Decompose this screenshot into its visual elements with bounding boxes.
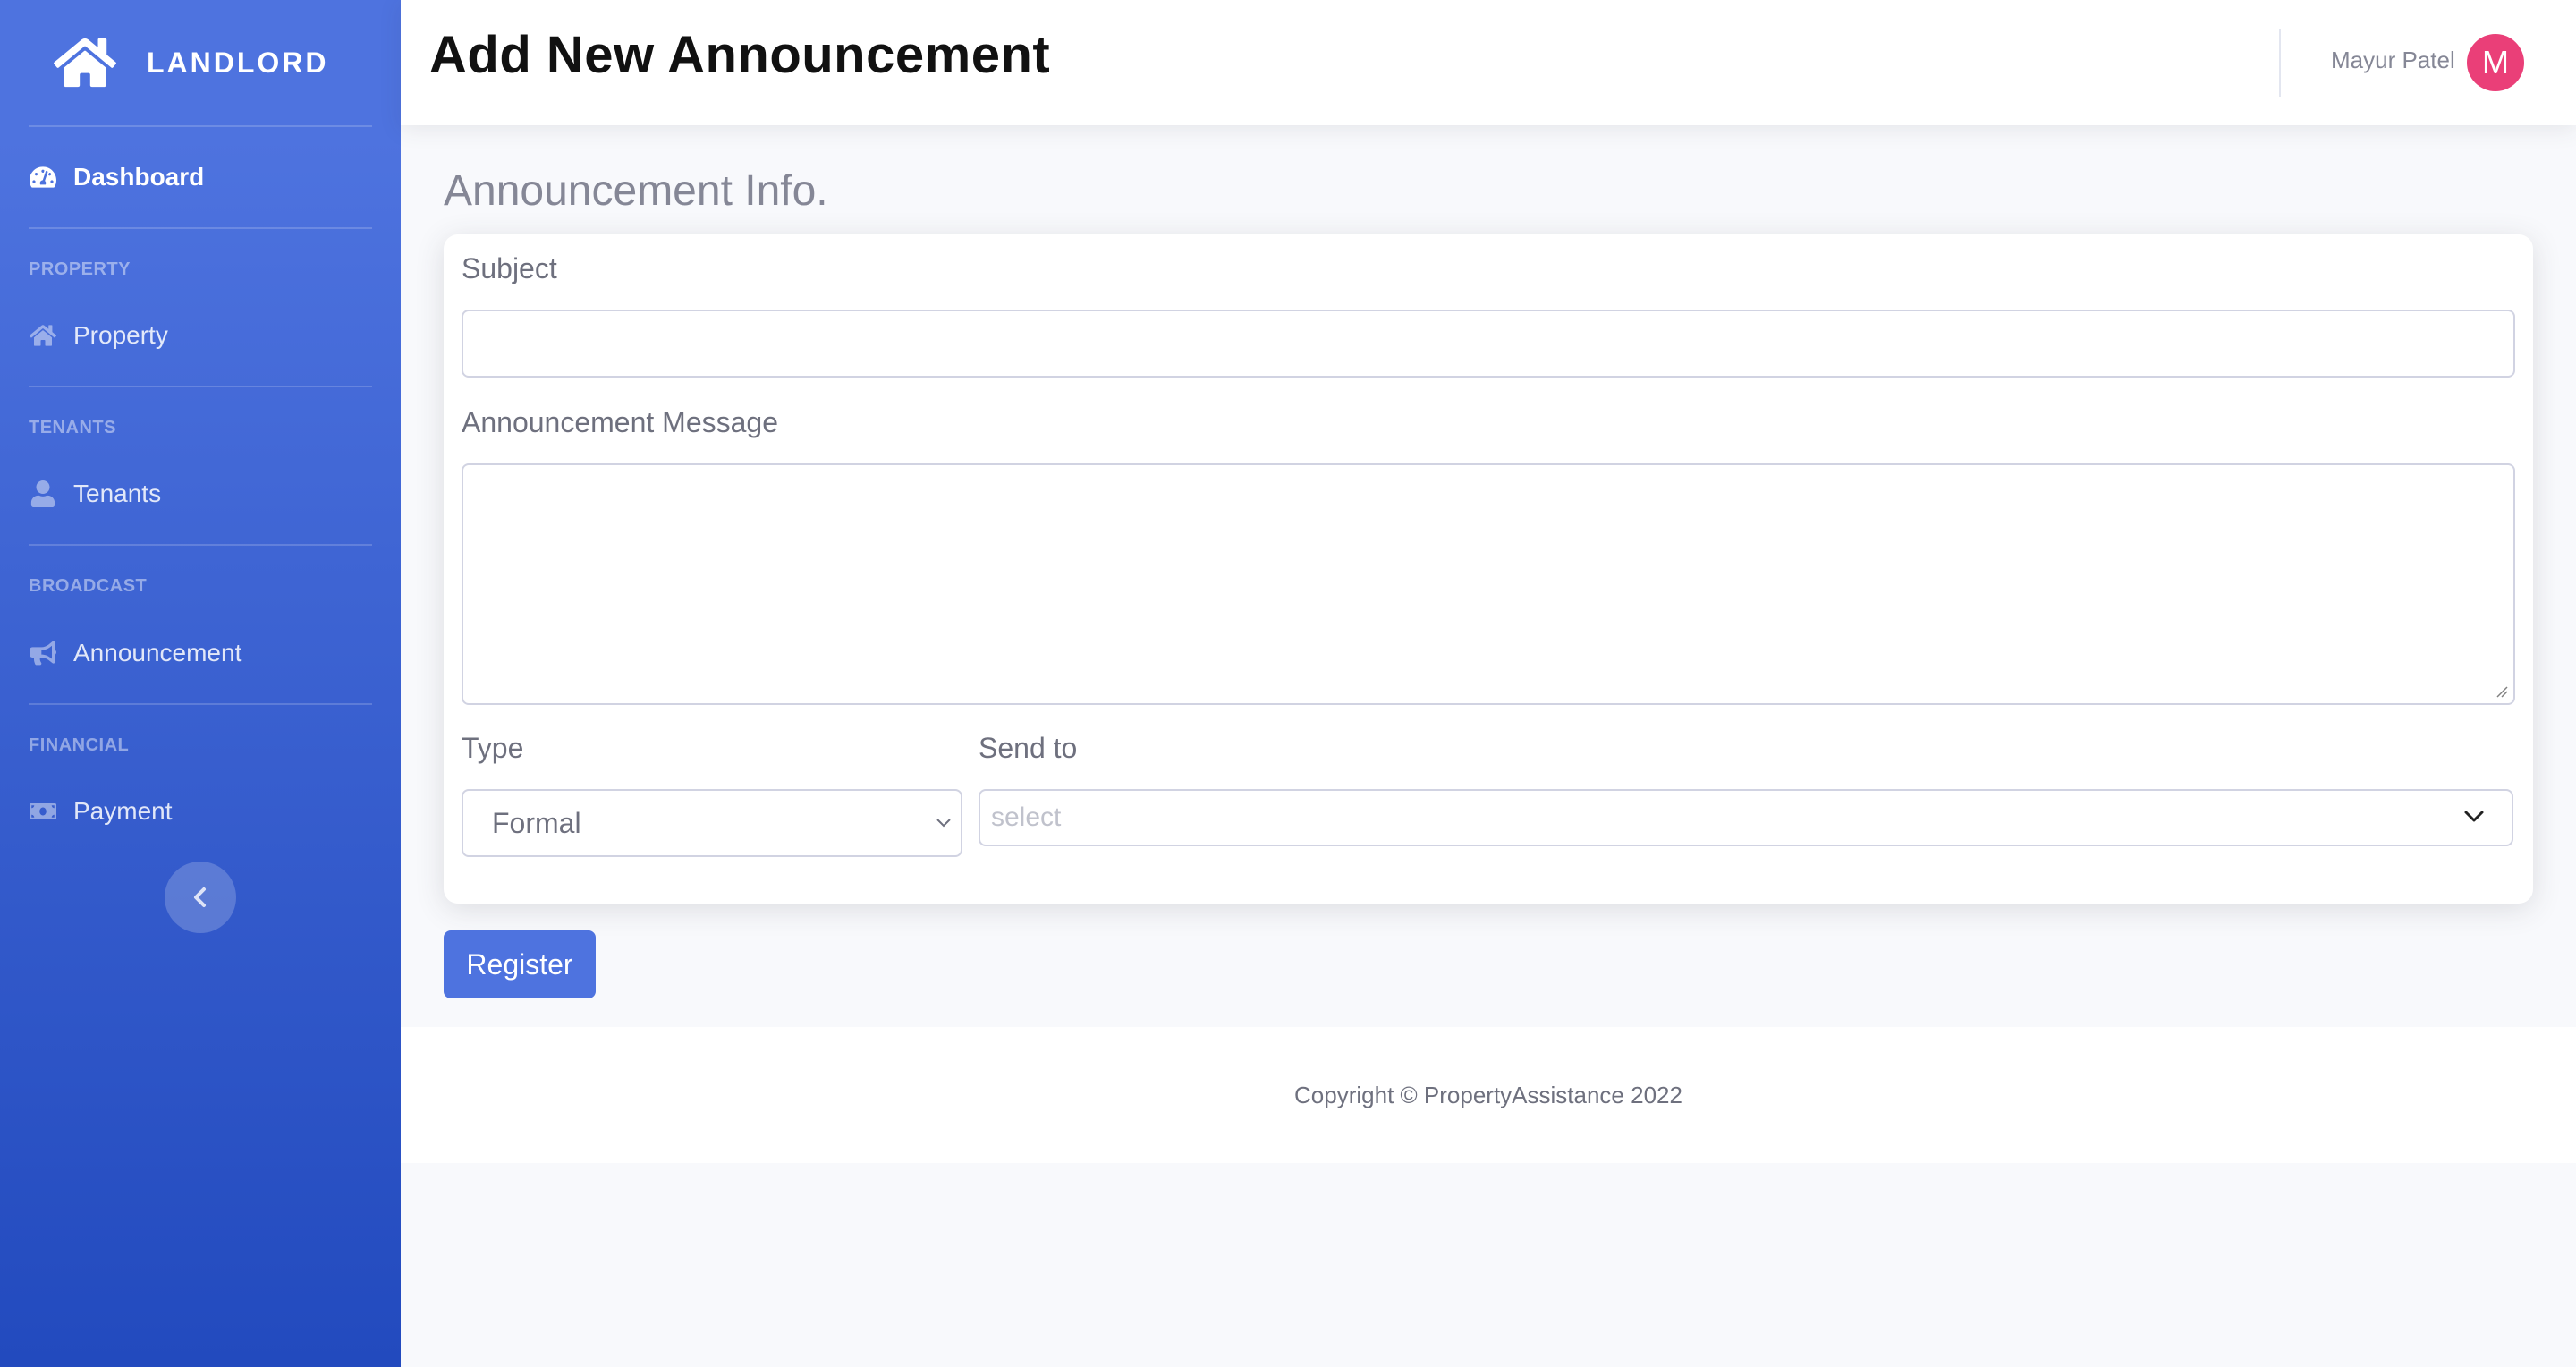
sidebar-toggle-button[interactable] [165, 862, 236, 933]
section-title: Announcement Info. [444, 167, 828, 215]
sidebar-item-tenants[interactable]: Tenants [29, 467, 372, 521]
topbar-divider [2279, 29, 2281, 97]
message-label: Announcement Message [462, 406, 778, 438]
sidebar: LANDLORD Dashboard PROPERTY Property TEN… [0, 0, 401, 1367]
sidebar-item-label: Announcement [73, 639, 242, 667]
user-name[interactable]: Mayur Patel [2331, 47, 2455, 74]
avatar[interactable]: M [2467, 34, 2524, 91]
register-button[interactable]: Register [444, 930, 596, 998]
sidebar-divider [29, 386, 372, 387]
message-textarea[interactable] [462, 463, 2515, 705]
sidebar-heading-broadcast: BROADCAST [29, 576, 148, 596]
send-to-placeholder: select [991, 802, 1062, 832]
subject-label: Subject [462, 252, 557, 284]
sidebar-item-label: Tenants [73, 480, 162, 507]
chevron-down-icon [2464, 811, 2484, 822]
footer: Copyright © PropertyAssistance 2022 [401, 1027, 2576, 1163]
home-icon [54, 38, 116, 88]
sidebar-divider [29, 125, 372, 127]
type-label: Type [462, 732, 524, 764]
sidebar-brand[interactable]: LANDLORD [0, 0, 401, 125]
copyright-text: Copyright © PropertyAssistance 2022 [1294, 1081, 1682, 1108]
subject-input[interactable] [462, 310, 2515, 378]
bullhorn-icon [29, 639, 57, 667]
chevron-left-icon [194, 887, 206, 907]
sidebar-item-announcement[interactable]: Announcement [29, 626, 372, 680]
tachometer-icon [29, 163, 57, 191]
send-to-label: Send to [979, 732, 1078, 764]
user-icon [29, 480, 57, 508]
type-select[interactable]: Formal [462, 789, 962, 857]
sidebar-divider [29, 227, 372, 229]
sidebar-heading-property: PROPERTY [29, 259, 131, 279]
sidebar-divider [29, 544, 372, 546]
sidebar-heading-financial: FINANCIAL [29, 735, 130, 755]
sidebar-item-property[interactable]: Property [29, 309, 372, 362]
brand-name: LANDLORD [147, 46, 329, 79]
sidebar-divider [29, 703, 372, 705]
sidebar-item-label: Property [73, 321, 168, 349]
announcement-form-card: Subject Announcement Message Type Formal… [444, 234, 2533, 904]
resize-grip-icon[interactable] [2496, 685, 2508, 698]
sidebar-item-label: Payment [73, 797, 173, 825]
sidebar-item-dashboard[interactable]: Dashboard [29, 150, 372, 204]
home-icon [29, 321, 57, 350]
sidebar-heading-tenants: TENANTS [29, 418, 116, 437]
money-bill-icon [29, 797, 57, 826]
send-to-select[interactable]: select [979, 789, 2513, 846]
sidebar-item-label: Dashboard [73, 163, 205, 191]
topbar: Add New Announcement Mayur Patel M [401, 0, 2576, 125]
sidebar-item-payment[interactable]: Payment [29, 785, 372, 838]
page-title: Add New Announcement [429, 26, 1051, 84]
type-selected-value: Formal [492, 806, 581, 839]
chevron-down-icon [936, 819, 951, 828]
